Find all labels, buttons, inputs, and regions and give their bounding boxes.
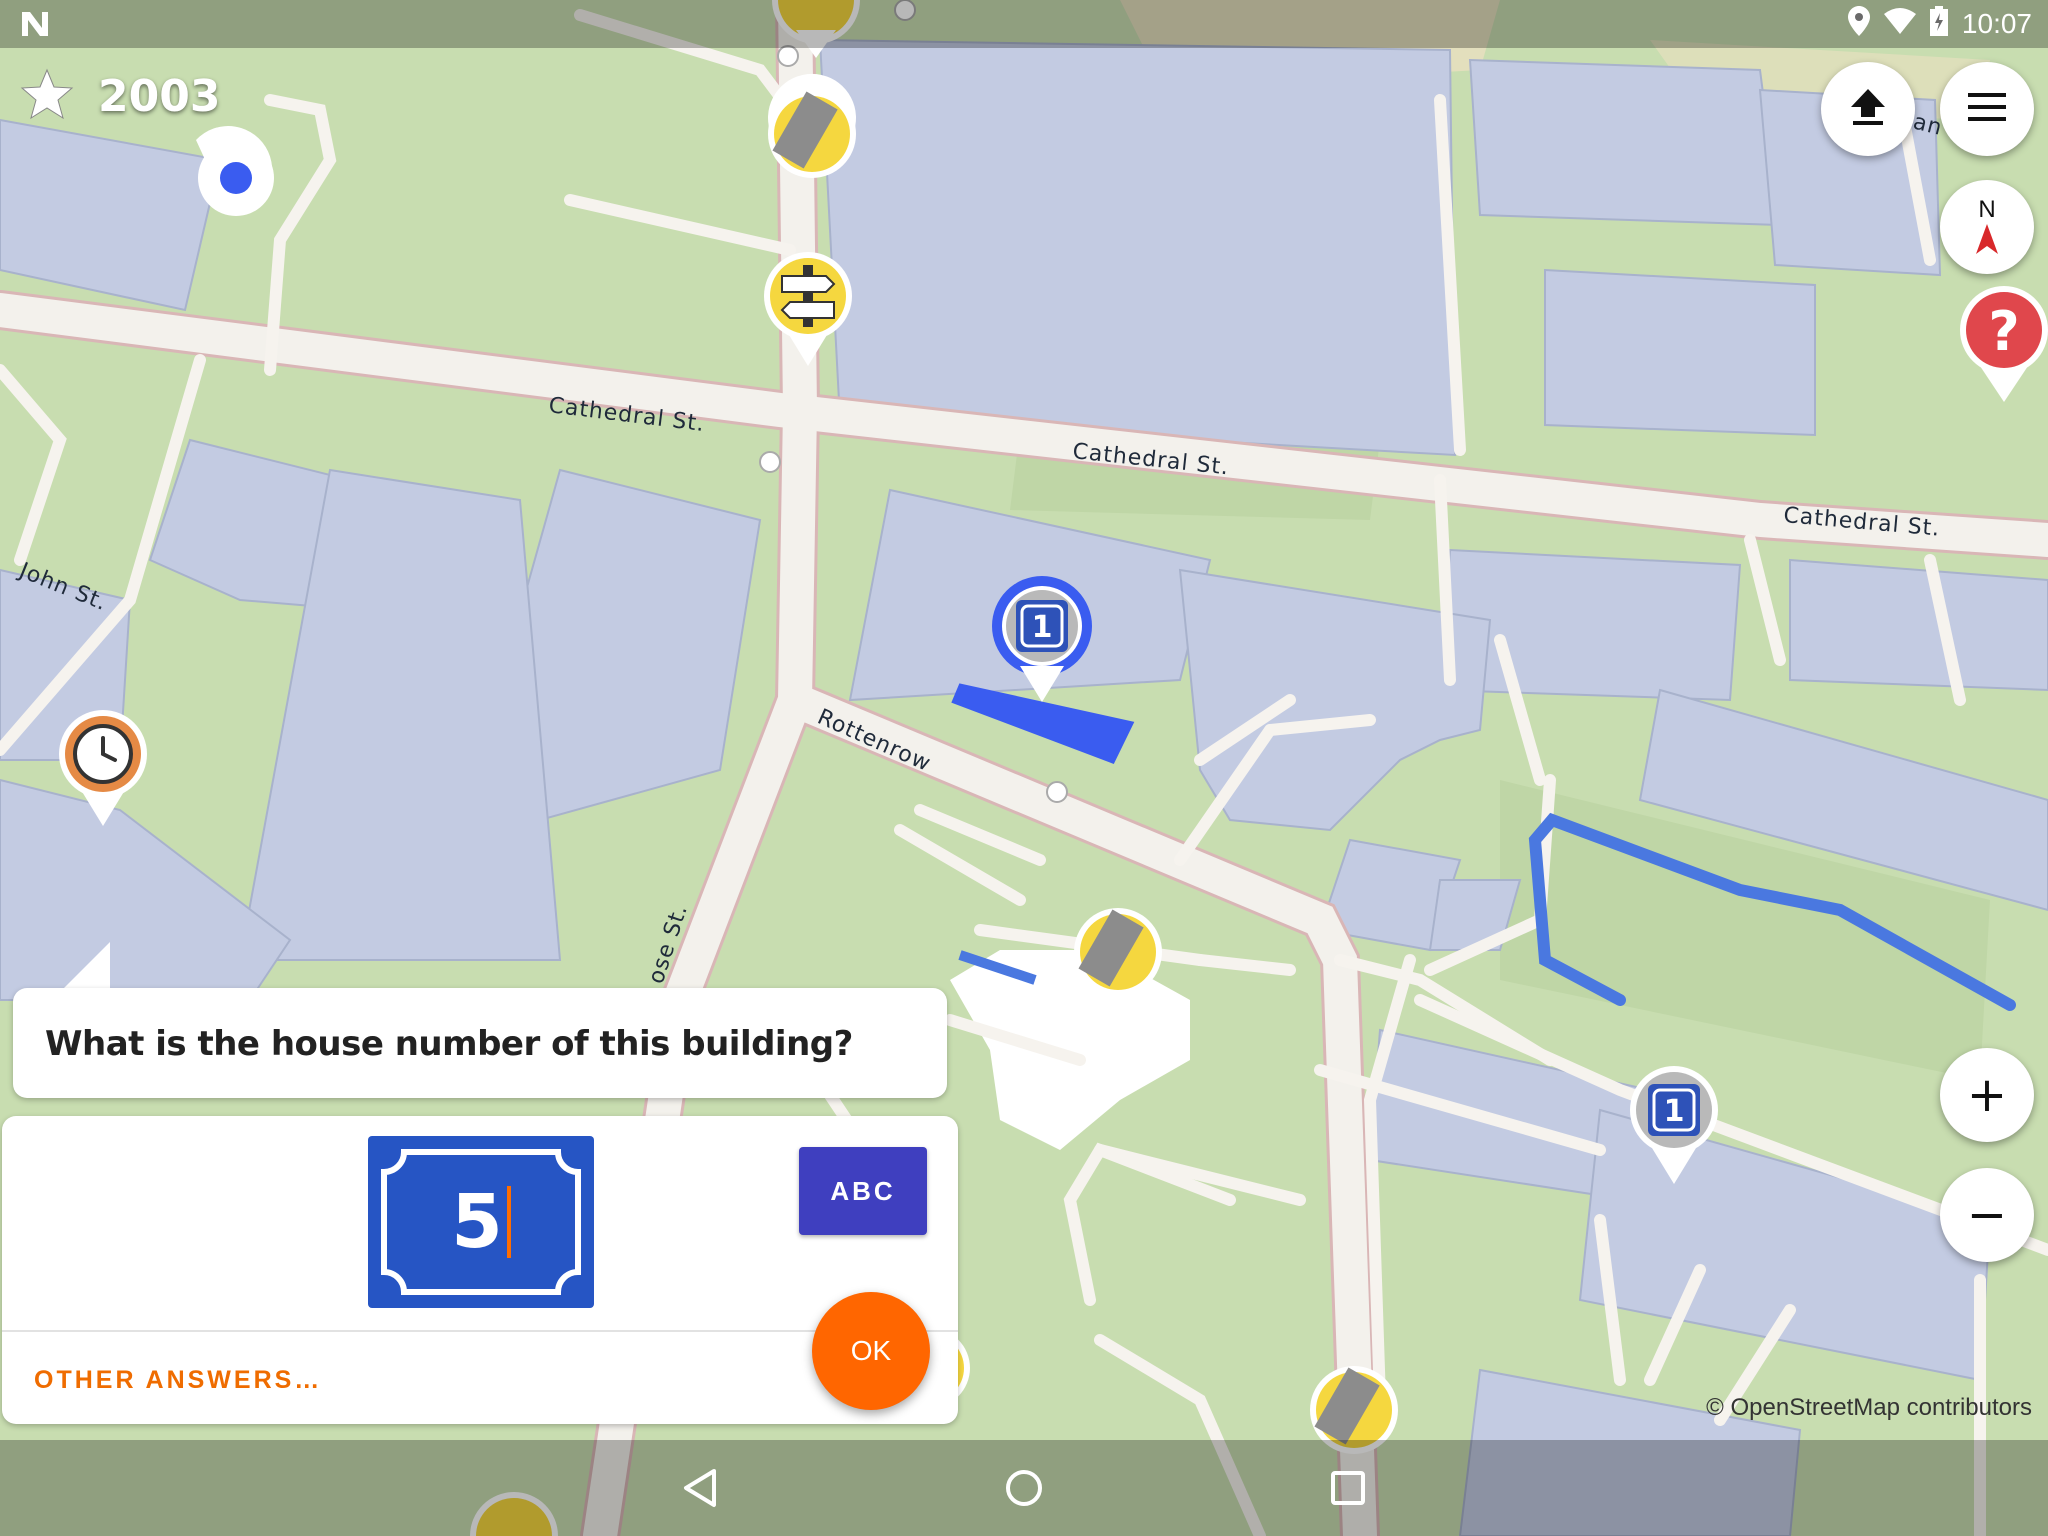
ok-button[interactable]: OK bbox=[812, 1292, 930, 1410]
recents-button[interactable] bbox=[1320, 1460, 1376, 1516]
map-attribution[interactable]: © OpenStreetMap contributors bbox=[1706, 1394, 2032, 1422]
zoom-out-button[interactable]: − bbox=[1940, 1168, 2034, 1262]
house-number-sign-input[interactable]: 5 bbox=[368, 1136, 594, 1308]
back-icon bbox=[684, 1469, 716, 1507]
zoom-in-button[interactable]: + bbox=[1940, 1048, 2034, 1142]
clock-text: 10:07 bbox=[1961, 8, 2032, 39]
svg-text:1: 1 bbox=[1032, 610, 1053, 645]
battery-icon bbox=[1929, 5, 1948, 43]
abc-keyboard-button[interactable]: ABC bbox=[799, 1147, 927, 1235]
minus-icon: − bbox=[1966, 1187, 2008, 1243]
back-button[interactable] bbox=[672, 1460, 728, 1516]
home-icon bbox=[1006, 1470, 1042, 1506]
star-count-value: 2003 bbox=[98, 71, 221, 122]
quest-question-text: What is the house number of this buildin… bbox=[45, 1024, 853, 1064]
star-count[interactable]: 2003 bbox=[20, 68, 220, 125]
status-bar: 10:07 bbox=[0, 0, 2048, 48]
home-button[interactable] bbox=[996, 1460, 1052, 1516]
navigation-bar bbox=[0, 1440, 2048, 1536]
location-icon bbox=[1847, 5, 1870, 43]
quest-answer-panel: 5 ABC OTHER ANSWERS… bbox=[2, 1116, 958, 1424]
wifi-icon bbox=[1883, 7, 1916, 41]
compass-north-label: N bbox=[1978, 195, 1996, 223]
other-answers-button[interactable]: OTHER ANSWERS… bbox=[34, 1366, 322, 1395]
notification-icon bbox=[20, 10, 50, 43]
compass-needle-icon bbox=[1976, 223, 1998, 259]
text-cursor bbox=[506, 1186, 511, 1258]
quest-question-bubble: What is the house number of this buildin… bbox=[13, 988, 947, 1098]
quest-marker-surface[interactable] bbox=[767, 73, 857, 178]
star-icon bbox=[20, 68, 74, 125]
plus-icon: + bbox=[1966, 1067, 2008, 1123]
menu-button[interactable] bbox=[1940, 62, 2034, 156]
svg-text:?: ? bbox=[1988, 300, 2019, 363]
speech-bubble-tail bbox=[62, 942, 110, 990]
recents-icon bbox=[1331, 1471, 1365, 1505]
svg-text:1: 1 bbox=[1664, 1094, 1685, 1129]
upload-icon bbox=[1851, 88, 1885, 130]
upload-button[interactable] bbox=[1821, 62, 1915, 156]
hamburger-menu-icon bbox=[1968, 92, 2006, 126]
compass-button[interactable]: N bbox=[1940, 180, 2034, 274]
house-number-value: 5 bbox=[451, 1179, 503, 1265]
